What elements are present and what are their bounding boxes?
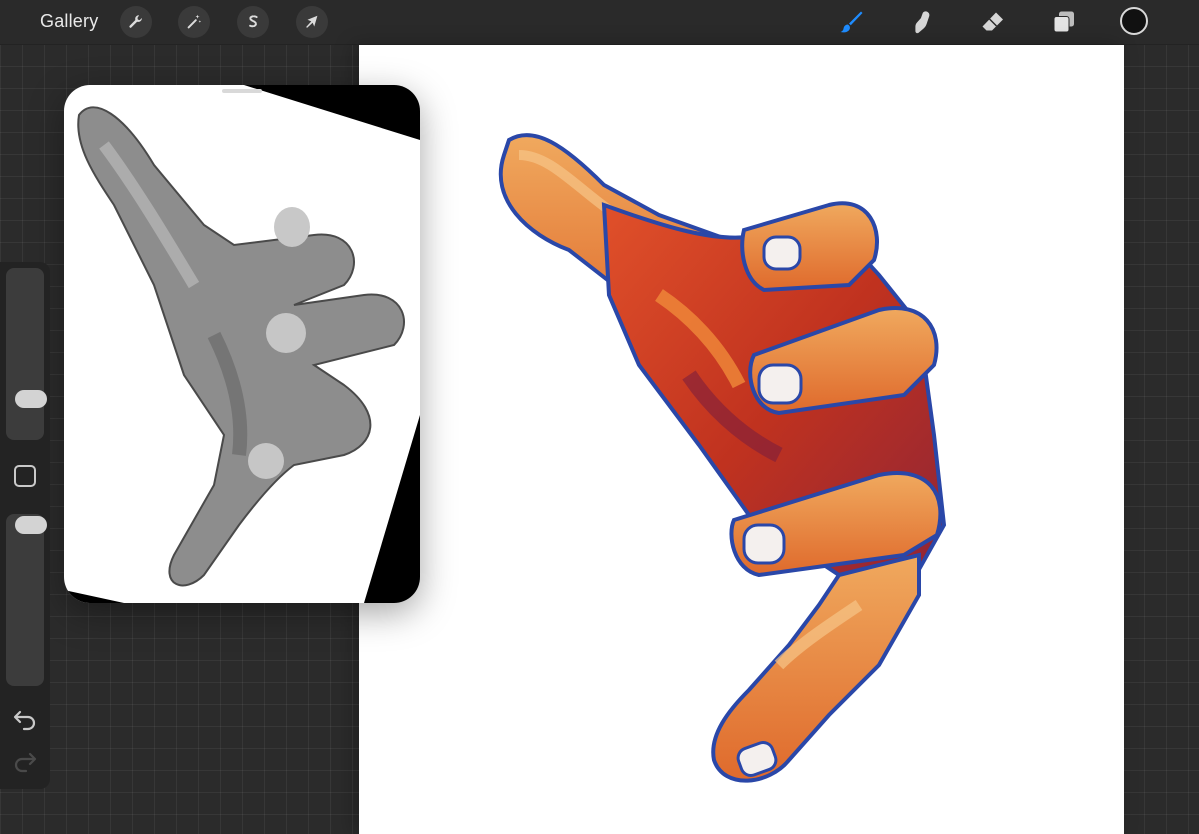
drawing-canvas[interactable] [359, 45, 1124, 834]
smudge-finger-icon [915, 11, 930, 34]
magic-wand-icon [187, 14, 202, 29]
hand-painting [498, 133, 947, 783]
undo-button[interactable] [12, 706, 38, 732]
selection-s-icon [248, 15, 258, 28]
top-toolbar: Gallery [0, 0, 1199, 45]
left-sidebar [0, 262, 50, 789]
brush-icon [840, 11, 863, 33]
modify-button[interactable] [14, 465, 36, 487]
wrench-icon [129, 15, 142, 28]
opacity-slider[interactable] [6, 514, 47, 686]
reference-window[interactable] [64, 85, 420, 603]
arrow-cursor-icon [306, 15, 318, 28]
transform-button[interactable] [296, 6, 328, 38]
layers-icon [1053, 11, 1074, 33]
redo-icon [14, 752, 37, 773]
redo-button[interactable] [12, 748, 38, 774]
brush-size-thumb[interactable] [15, 390, 47, 408]
eraser-icon [982, 12, 1003, 31]
smudge-tool-button[interactable] [907, 7, 937, 37]
reference-drag-handle[interactable] [222, 89, 262, 93]
layers-button[interactable] [1049, 7, 1079, 37]
color-picker-button[interactable] [1120, 7, 1148, 35]
reference-photo [64, 85, 420, 603]
gallery-button[interactable]: Gallery [40, 11, 98, 32]
selection-button[interactable] [237, 6, 269, 38]
undo-icon [13, 710, 36, 731]
adjustments-button[interactable] [178, 6, 210, 38]
opacity-thumb[interactable] [15, 516, 47, 534]
actions-wrench-button[interactable] [120, 6, 152, 38]
eraser-tool-button[interactable] [978, 7, 1008, 37]
brush-tool-button[interactable] [836, 7, 866, 37]
brush-size-slider[interactable] [6, 268, 47, 440]
